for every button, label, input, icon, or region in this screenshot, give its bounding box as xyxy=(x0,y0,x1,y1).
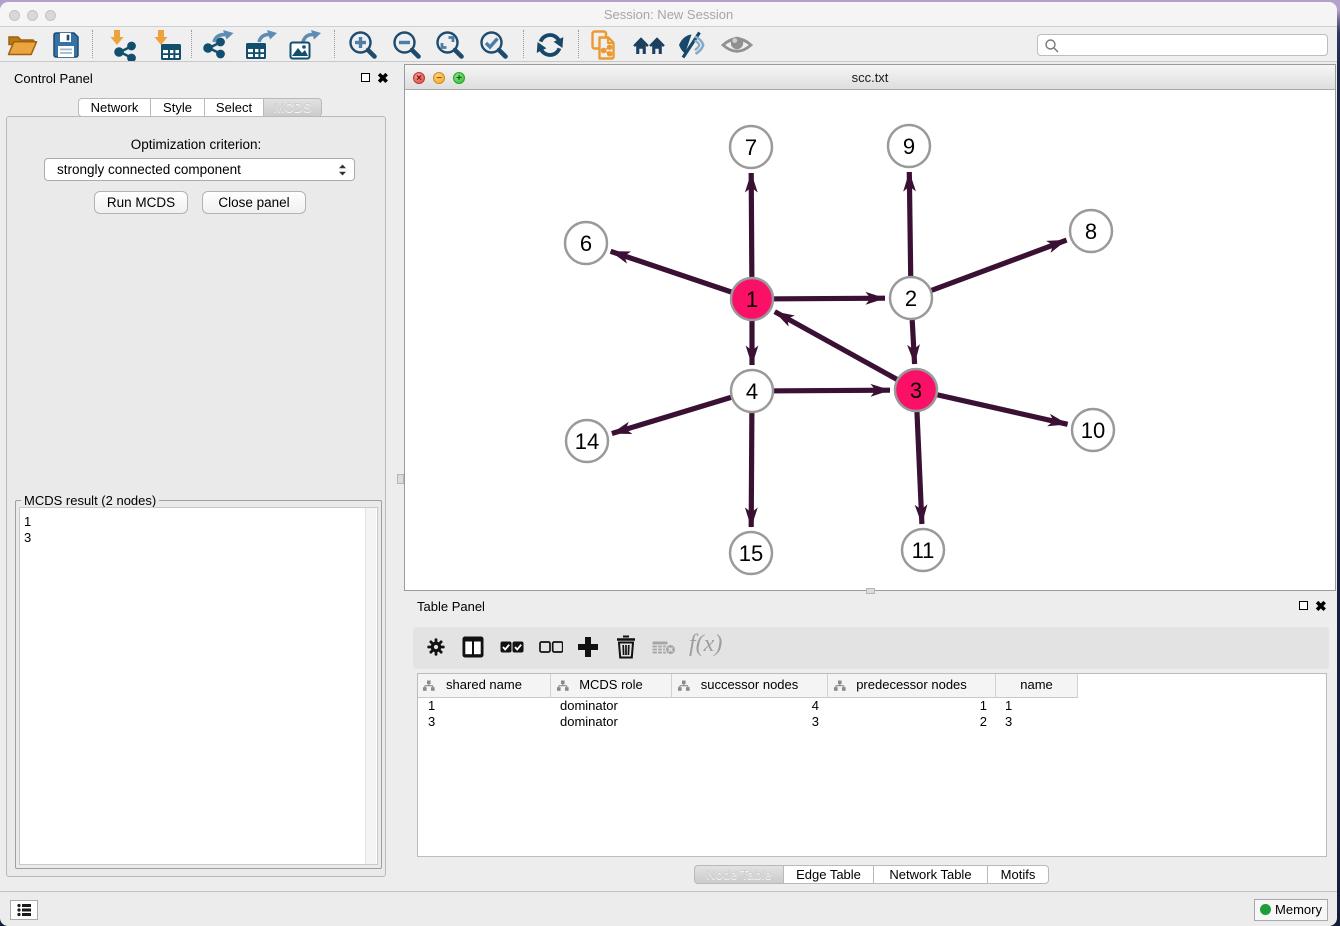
svg-text:8: 8 xyxy=(1085,219,1097,244)
svg-text:7: 7 xyxy=(745,135,757,160)
svg-text:6: 6 xyxy=(580,231,592,256)
svg-text:11: 11 xyxy=(912,538,935,563)
svg-text:10: 10 xyxy=(1081,418,1105,443)
svg-text:14: 14 xyxy=(575,429,599,454)
svg-text:4: 4 xyxy=(746,379,758,404)
svg-text:1: 1 xyxy=(746,287,758,312)
svg-text:3: 3 xyxy=(910,378,922,403)
svg-text:9: 9 xyxy=(903,134,915,159)
svg-text:15: 15 xyxy=(739,541,763,566)
svg-text:2: 2 xyxy=(905,286,917,311)
